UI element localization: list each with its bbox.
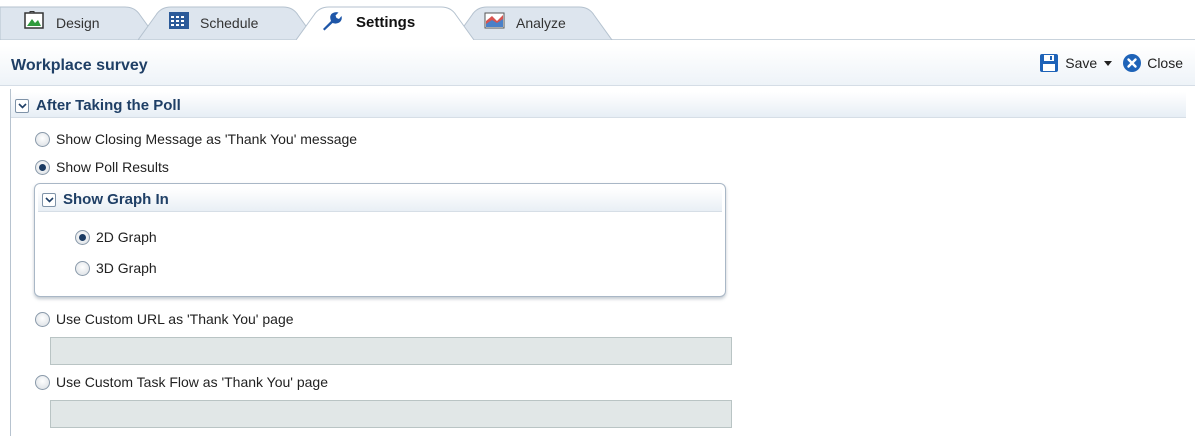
close-label: Close	[1147, 55, 1183, 71]
radio-custom-url[interactable]: Use Custom URL as 'Thank You' page	[35, 311, 294, 327]
tab-analyze-label: Analyze	[516, 14, 566, 31]
tab-settings[interactable]: Settings	[296, 5, 476, 40]
graph-section-header[interactable]: Show Graph In	[38, 188, 722, 212]
tab-design[interactable]: Design	[0, 5, 160, 40]
radio-label: 3D Graph	[96, 260, 157, 276]
radio-button[interactable]	[35, 159, 50, 175]
chevron-down-icon	[17, 103, 27, 109]
section-title: After Taking the Poll	[36, 97, 181, 114]
radio-label: Use Custom URL as 'Thank You' page	[56, 311, 294, 327]
radio-show-poll-results[interactable]: Show Poll Results	[35, 159, 169, 175]
tab-analyze[interactable]: Analyze	[454, 5, 614, 40]
tab-design-label: Design	[56, 14, 100, 31]
radio-button[interactable]	[35, 311, 50, 327]
header-actions: Save Close	[1039, 53, 1183, 73]
close-circle-icon	[1123, 54, 1142, 72]
radio-button[interactable]	[35, 131, 50, 147]
tab-schedule[interactable]: Schedule	[138, 5, 318, 40]
collapse-toggle[interactable]	[42, 193, 56, 207]
radio-label: Show Closing Message as 'Thank You' mess…	[56, 131, 358, 147]
custom-url-field[interactable]	[50, 337, 732, 365]
custom-task-flow-field[interactable]	[50, 400, 732, 428]
after-poll-section-header[interactable]: After Taking the Poll	[11, 92, 1186, 118]
radio-3d-graph[interactable]: 3D Graph	[75, 260, 157, 276]
floppy-disk-icon	[1040, 54, 1059, 72]
save-dropdown-caret-icon[interactable]	[1104, 60, 1113, 66]
chevron-down-icon	[44, 197, 54, 203]
radio-label: 2D Graph	[96, 229, 157, 245]
collapse-toggle[interactable]	[15, 99, 29, 113]
close-button[interactable]: Close	[1122, 53, 1183, 73]
after-poll-panel: After Taking the Poll Show Closing Messa…	[10, 89, 1190, 436]
save-label: Save	[1065, 55, 1098, 71]
graph-subpanel: Show Graph In 2D Graph 3D Graph	[34, 183, 726, 297]
radio-button[interactable]	[75, 260, 90, 276]
analyze-chart-icon	[484, 12, 505, 29]
page-title: Workplace survey	[11, 57, 148, 74]
radio-2d-graph[interactable]: 2D Graph	[75, 229, 157, 245]
design-icon	[24, 11, 44, 29]
calendar-icon	[169, 12, 189, 29]
radio-button[interactable]	[75, 229, 90, 245]
radio-closing-message[interactable]: Show Closing Message as 'Thank You' mess…	[35, 131, 357, 147]
radio-custom-task-flow[interactable]: Use Custom Task Flow as 'Thank You' page	[35, 374, 328, 390]
radio-label: Show Poll Results	[56, 159, 169, 175]
radio-button[interactable]	[35, 374, 50, 390]
tab-bar: Design Schedule Analyze Settings	[0, 0, 1195, 40]
tab-settings-label: Settings	[356, 14, 416, 31]
wrench-icon	[323, 12, 342, 31]
page-header: Workplace survey Save Close	[0, 46, 1195, 86]
save-button[interactable]: Save	[1039, 53, 1097, 73]
graph-section-title: Show Graph In	[63, 191, 169, 208]
radio-label: Use Custom Task Flow as 'Thank You' page	[56, 374, 329, 390]
tab-schedule-label: Schedule	[200, 14, 259, 31]
